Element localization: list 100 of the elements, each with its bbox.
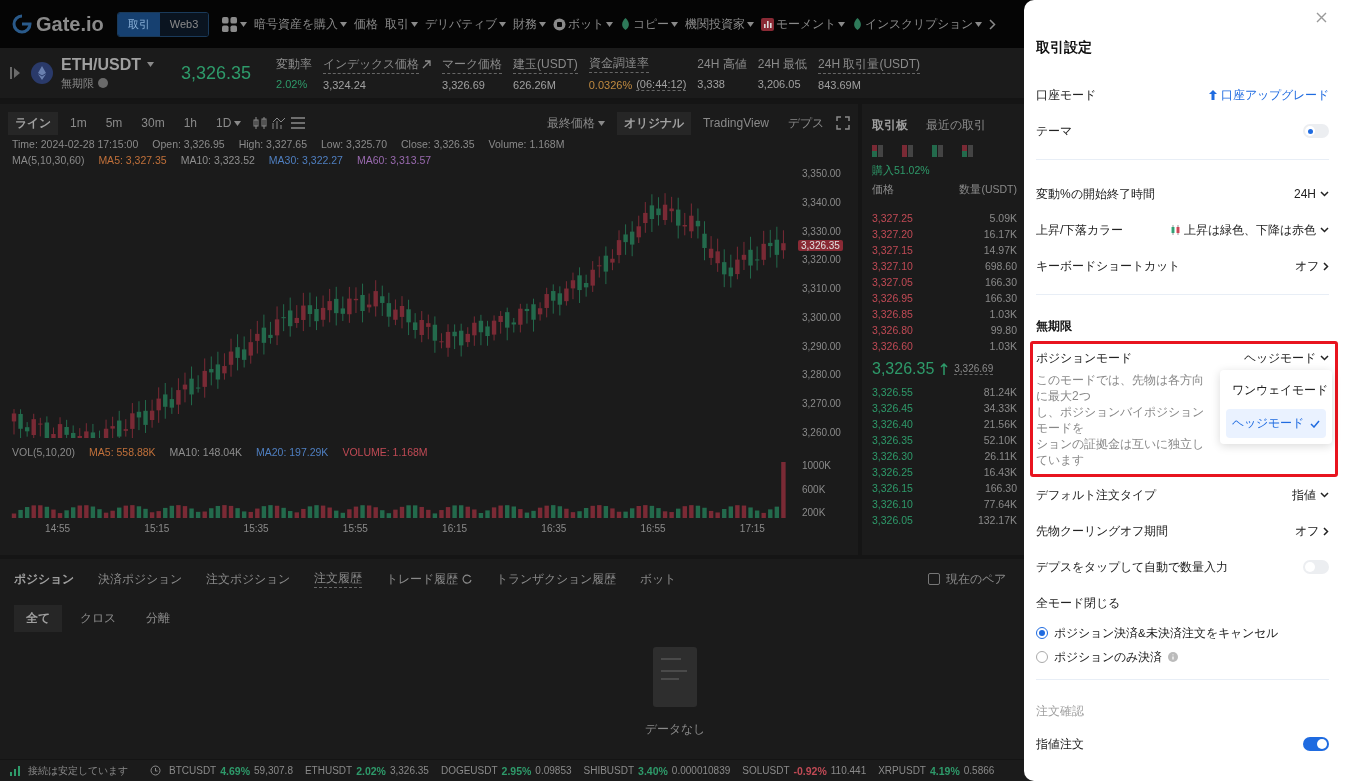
positions-tab[interactable]: 注文ポジション xyxy=(206,570,290,588)
bid-price: 3,326.25 xyxy=(872,466,913,478)
chart-view-tab[interactable]: デプス xyxy=(781,111,831,135)
layout-icon[interactable] xyxy=(872,145,884,157)
layout-icon[interactable] xyxy=(932,145,944,157)
fullscreen-icon[interactable] xyxy=(836,116,850,130)
interval-tab[interactable]: 5m xyxy=(98,113,130,133)
nav-menu-item[interactable]: 機関投資家 xyxy=(685,15,755,33)
radio-option[interactable]: ポジション決済&未決済注文をキャンセル xyxy=(1036,621,1329,645)
stat-value: 843.69M xyxy=(818,78,861,91)
column-header: 価格 xyxy=(872,183,894,197)
ticker-symbol[interactable]: BTCUSDT xyxy=(169,765,217,776)
setting-dropdown[interactable]: ヘッジモード xyxy=(1244,349,1329,367)
setting-dropdown[interactable]: 24H xyxy=(1294,187,1329,201)
candlestick-icon[interactable] xyxy=(253,116,268,130)
mode-tab[interactable]: 取引 xyxy=(117,12,160,36)
close-button[interactable] xyxy=(1314,10,1329,25)
price-axis-label: 3,330.00 xyxy=(802,225,842,237)
stat-value: 0.0326% xyxy=(588,78,633,91)
signal-icon xyxy=(10,765,20,776)
ticker-symbol[interactable]: XRPUSDT xyxy=(878,765,926,776)
stat-value: 3,324.24 xyxy=(323,78,366,91)
apps-grid-icon[interactable] xyxy=(222,16,238,32)
caret-down-icon xyxy=(597,120,605,126)
arrow-up-icon xyxy=(940,363,949,375)
chart-view-tab[interactable]: オリジナル xyxy=(616,111,691,135)
setting-dropdown[interactable]: 指値 xyxy=(1292,486,1329,504)
positions-tab[interactable]: 決済ポジション xyxy=(98,570,182,588)
layout-icon[interactable] xyxy=(962,145,974,157)
orderbook-tab[interactable]: 取引板 xyxy=(872,116,908,134)
filter-tab[interactable]: 全て xyxy=(14,605,62,632)
chart-view-tab[interactable]: TradingView xyxy=(695,113,776,133)
ask-amount: 1.03K xyxy=(989,308,1017,320)
ticker-change: -0.92% xyxy=(793,764,827,777)
pair-selector[interactable]: ETH/USDT xyxy=(61,55,141,74)
indicator-title: VOL(5,10,20) xyxy=(12,446,76,458)
nav-menu-item[interactable]: モーメント xyxy=(761,15,846,33)
list-icon[interactable] xyxy=(291,117,306,129)
positions-tab[interactable]: トレード履歴 xyxy=(386,570,472,588)
bid-price: 3,326.30 xyxy=(872,450,913,462)
positions-tab[interactable]: 注文履歴 xyxy=(314,570,362,588)
setting-label: 上昇/下落カラー xyxy=(1036,221,1124,239)
nav-menu-item[interactable]: ボット xyxy=(553,15,614,33)
time-axis-label: 17:15 xyxy=(739,522,765,534)
filter-tab[interactable]: 分離 xyxy=(134,605,182,632)
clock-icon[interactable] xyxy=(150,765,161,776)
sidebar-toggle-icon[interactable] xyxy=(10,67,20,79)
positions-tab[interactable]: トランザクション履歴 xyxy=(496,570,616,588)
ticker-symbol[interactable]: ETHUSDT xyxy=(304,765,353,776)
dropdown-option[interactable]: ヘッジモード xyxy=(1226,409,1326,438)
ticker-symbol[interactable]: DOGEUSDT xyxy=(440,765,498,776)
ticker-price: 59,307.8 xyxy=(254,765,293,776)
stat-label: 変動率 xyxy=(276,56,313,73)
ticker-symbol[interactable]: SHIBUSDT xyxy=(583,765,635,776)
positions-tab[interactable]: ボット xyxy=(640,570,676,588)
nav-menu-item[interactable]: コピー xyxy=(620,15,679,33)
ticker-symbol[interactable]: SOLUSDT xyxy=(742,765,790,776)
interval-tab[interactable]: 1D xyxy=(209,113,249,133)
radio-option[interactable]: ポジションのみ決済 xyxy=(1036,645,1329,669)
indicator-icon[interactable] xyxy=(272,116,287,130)
theme-toggle[interactable] xyxy=(1303,124,1329,138)
nav-menu-item[interactable]: インスクリプション xyxy=(852,15,983,33)
toggle-switch[interactable] xyxy=(1303,737,1329,751)
arrow-up-icon xyxy=(1209,90,1217,100)
chevron-right-icon[interactable] xyxy=(989,18,997,30)
logo[interactable]: Gate.io xyxy=(12,12,104,36)
nav-menu-item[interactable]: 価格 xyxy=(354,15,379,33)
setting-link[interactable]: オフ xyxy=(1295,522,1329,540)
last-price: 3,326.35 xyxy=(181,62,252,84)
price-axis-label: 3,310.00 xyxy=(802,283,842,295)
ohlc-text: Time: 2024-02-28 17:15:00 xyxy=(12,138,139,150)
indicator-value: MA30: 3,322.27 xyxy=(268,154,343,166)
arrow-up-right-icon[interactable] xyxy=(422,60,432,69)
close-icon xyxy=(1316,12,1327,23)
ask-price: 3,327.10 xyxy=(872,260,913,272)
stat-label: 資金調達率 xyxy=(588,55,649,73)
nav-menu-item[interactable]: 財務 xyxy=(513,15,547,33)
nav-menu-item[interactable]: 暗号資産を購入 xyxy=(254,15,348,33)
layout-icon[interactable] xyxy=(902,145,914,157)
orderbook-tab[interactable]: 最近の取引 xyxy=(926,116,986,134)
interval-tab[interactable]: 1h xyxy=(176,113,205,133)
interval-tab[interactable]: ライン xyxy=(8,111,58,135)
setting-link[interactable]: オフ xyxy=(1295,257,1329,275)
market-type-label: 無期限 xyxy=(61,75,94,91)
checkbox[interactable] xyxy=(928,573,940,585)
indicator-value: MA60: 3,313.57 xyxy=(356,154,432,166)
interval-tab[interactable]: 30m xyxy=(134,113,172,133)
ask-amount: 5.09K xyxy=(989,212,1017,224)
setting-label: 指値注文 xyxy=(1036,735,1084,753)
positions-tab[interactable]: ポジション xyxy=(14,570,74,588)
nav-menu-item[interactable]: デリバティブ xyxy=(425,15,507,33)
filter-tab[interactable]: クロス xyxy=(68,605,128,632)
price-source-dropdown[interactable]: 最終価格 xyxy=(539,111,612,135)
upgrade-link[interactable]: 口座アップグレード xyxy=(1209,86,1329,104)
interval-tab[interactable]: 1m xyxy=(63,113,94,133)
chevron-right-icon xyxy=(1323,261,1329,271)
setting-dropdown[interactable]: 上昇は緑色、下降は赤色 xyxy=(1171,221,1329,239)
nav-menu-item[interactable]: 取引 xyxy=(385,15,419,33)
mode-tab[interactable]: Web3 xyxy=(159,12,209,36)
chevron-down-icon xyxy=(1320,227,1329,233)
